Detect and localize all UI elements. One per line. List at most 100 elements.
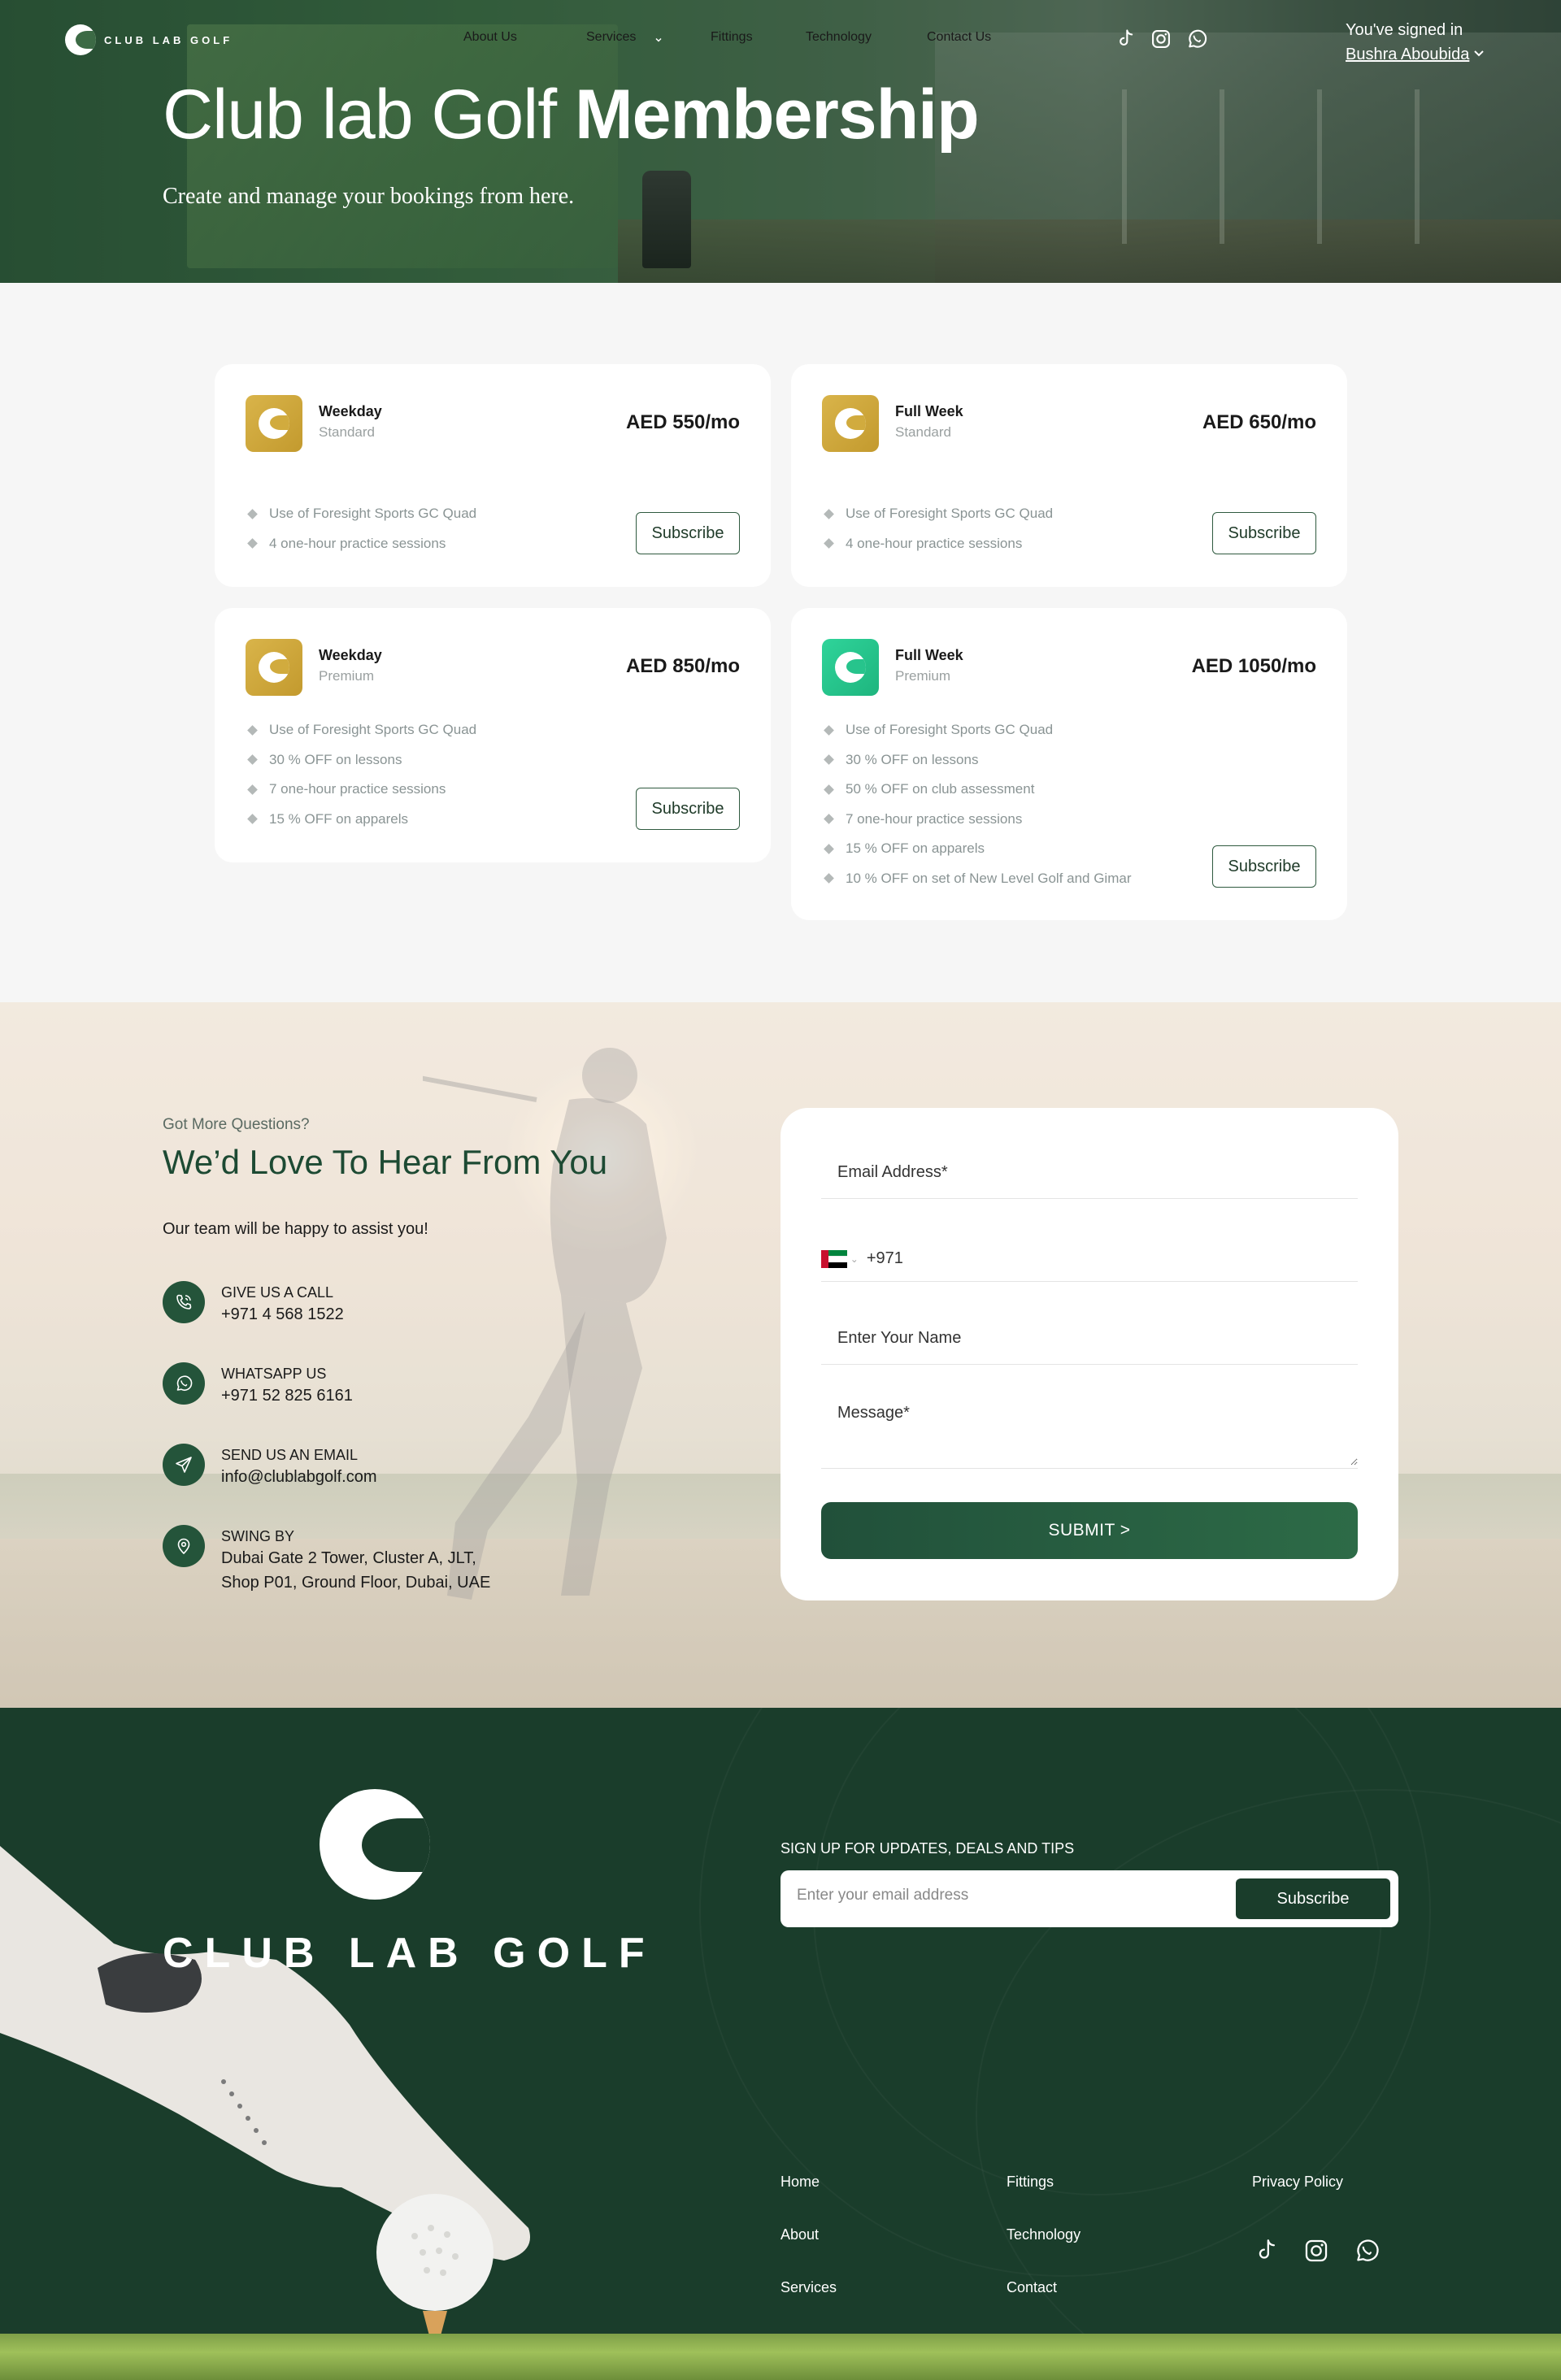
nav-link-about[interactable]: About Us (463, 30, 517, 45)
top-nav: CLUB LAB GOLF About Us Services Fittings… (0, 0, 1561, 81)
plan-price: AED 550/mo (625, 411, 740, 433)
tiktok-icon[interactable] (1114, 28, 1137, 50)
nav-social-links (1114, 28, 1208, 50)
plan-tier: Standard (319, 424, 375, 440)
plan-features: Use of Foresight Sports GC Quad 30 % OFF… (249, 715, 476, 834)
footer-link-home[interactable]: Home (780, 2174, 820, 2191)
membership-plans: Weekday Standard AED 550/mo Use of Fores… (0, 283, 1561, 1002)
plan-feature: 4 one-hour practice sessions (249, 529, 476, 559)
nav-link-contact[interactable]: Contact Us (927, 30, 991, 45)
chevron-down-icon[interactable]: ⌄ (850, 1253, 859, 1265)
email-field[interactable] (821, 1153, 1358, 1182)
plan-tier: Standard (895, 424, 951, 440)
footer-link-fittings[interactable]: Fittings (1007, 2174, 1054, 2191)
user-name: Bushra Aboubida (1346, 46, 1470, 63)
footer-link-services[interactable]: Services (780, 2279, 837, 2296)
plan-feature: 15 % OFF on apparels (249, 805, 476, 835)
contact-whatsapp: WHATSAPP US +971 52 825 6161 (163, 1362, 353, 1408)
footer-logo-text: CLUB LAB GOLF (163, 1930, 656, 1977)
subscribe-button[interactable]: Subscribe (1212, 845, 1316, 888)
plan-card-weekday-premium: Weekday Premium AED 850/mo Use of Foresi… (215, 608, 771, 862)
footer-link-technology[interactable]: Technology (1007, 2226, 1081, 2243)
site-logo[interactable]: CLUB LAB GOLF (65, 24, 233, 55)
signed-in-status: You've signed in Bushra Aboubida (1346, 18, 1485, 67)
uae-flag-icon[interactable] (821, 1249, 847, 1268)
contact-email-address[interactable]: info@clublabgolf.com (221, 1465, 377, 1489)
footer-grass (0, 2334, 1561, 2380)
name-field[interactable] (821, 1319, 1358, 1348)
contact-eyebrow: Got More Questions? (163, 1116, 310, 1133)
plan-card-weekday-standard: Weekday Standard AED 550/mo Use of Fores… (215, 364, 771, 587)
email-field-wrap (821, 1153, 1358, 1199)
contact-label: WHATSAPP US (221, 1366, 327, 1382)
site-footer: CLUB LAB GOLF SIGN UP FOR UPDATES, DEALS… (0, 1708, 1561, 2380)
plan-card-fullweek-premium: Full Week Premium AED 1050/mo Use of For… (791, 608, 1347, 920)
plan-price: AED 1050/mo (1191, 655, 1316, 677)
newsletter-form: Subscribe (780, 1870, 1398, 1927)
plan-feature: Use of Foresight Sports GC Quad (249, 715, 476, 745)
plan-logo-icon (822, 395, 879, 452)
newsletter-subscribe-button[interactable]: Subscribe (1236, 1878, 1390, 1919)
contact-address-line1: Dubai Gate 2 Tower, Cluster A, JLT, (221, 1549, 476, 1567)
footer-link-contact[interactable]: Contact (1007, 2279, 1057, 2296)
location-pin-icon (163, 1525, 205, 1567)
logo-text: CLUB LAB GOLF (104, 33, 233, 46)
contact-label: SEND US AN EMAIL (221, 1447, 359, 1463)
message-field[interactable] (821, 1392, 1358, 1466)
whatsapp-icon[interactable] (1353, 2237, 1381, 2265)
phone-field-wrap: ⌄ (821, 1236, 1358, 1282)
plan-name: Weekday (319, 647, 382, 663)
nav-link-fittings[interactable]: Fittings (711, 30, 753, 45)
user-menu[interactable]: Bushra Aboubida (1346, 42, 1485, 67)
contact-section: Got More Questions? We’d Love To Hear Fr… (0, 1002, 1561, 1708)
newsletter-email-input[interactable] (797, 1887, 1220, 1904)
plan-feature: 7 one-hour practice sessions (249, 775, 476, 805)
subscribe-button[interactable]: Subscribe (1212, 512, 1316, 554)
subscribe-button[interactable]: Subscribe (636, 788, 740, 830)
signed-in-label: You've signed in (1346, 21, 1463, 39)
contact-whatsapp-number[interactable]: +971 52 825 6161 (221, 1383, 353, 1408)
footer-link-about[interactable]: About (780, 2226, 819, 2243)
plan-name: Weekday (319, 403, 382, 419)
contact-lead: Our team will be happy to assist you! (163, 1220, 428, 1238)
submit-button[interactable]: SUBMIT > (821, 1502, 1358, 1559)
plan-tier: Premium (319, 668, 375, 684)
instagram-icon[interactable] (1150, 28, 1172, 50)
instagram-icon[interactable] (1302, 2237, 1330, 2265)
plan-feature: 50 % OFF on club assessment (825, 775, 1131, 805)
plan-feature: Use of Foresight Sports GC Quad (825, 499, 1053, 529)
plan-features: Use of Foresight Sports GC Quad 30 % OFF… (825, 715, 1131, 893)
glove-golf-ball-image (0, 1846, 530, 2342)
subscribe-button[interactable]: Subscribe (636, 512, 740, 554)
contact-label: SWING BY (221, 1528, 295, 1544)
nav-link-services[interactable]: Services (586, 30, 636, 45)
plan-logo-icon (822, 639, 879, 696)
plan-feature: Use of Foresight Sports GC Quad (249, 499, 476, 529)
name-field-wrap (821, 1319, 1358, 1365)
plan-feature: 30 % OFF on lessons (249, 745, 476, 775)
phone-icon (163, 1281, 205, 1323)
plan-feature: 4 one-hour practice sessions (825, 529, 1053, 559)
chevron-down-icon (1472, 42, 1485, 67)
footer-link-privacy[interactable]: Privacy Policy (1252, 2174, 1343, 2191)
nav-link-technology[interactable]: Technology (806, 30, 872, 45)
page-subtitle: Create and manage your bookings from her… (163, 184, 575, 209)
plan-tier: Premium (895, 668, 951, 684)
plan-features: Use of Foresight Sports GC Quad 4 one-ho… (249, 499, 476, 558)
plan-feature: 10 % OFF on set of New Level Golf and Gi… (825, 864, 1131, 894)
plan-price: AED 850/mo (625, 655, 740, 677)
plan-card-fullweek-standard: Full Week Standard AED 650/mo Use of For… (791, 364, 1347, 587)
tiktok-icon[interactable] (1252, 2237, 1280, 2265)
plan-feature: 30 % OFF on lessons (825, 745, 1131, 775)
footer-social-links (1252, 2237, 1381, 2265)
chevron-down-icon[interactable] (654, 34, 663, 49)
whatsapp-icon[interactable] (1185, 28, 1208, 50)
contact-phone[interactable]: +971 4 568 1522 (221, 1302, 344, 1327)
contact-form: ⌄ SUBMIT > (780, 1108, 1398, 1600)
phone-field[interactable] (858, 1249, 1358, 1268)
message-field-wrap (821, 1392, 1358, 1469)
send-icon (163, 1444, 205, 1486)
plan-feature: 15 % OFF on apparels (825, 834, 1131, 864)
contact-call: GIVE US A CALL +971 4 568 1522 (163, 1281, 344, 1327)
plan-logo-icon (246, 639, 302, 696)
